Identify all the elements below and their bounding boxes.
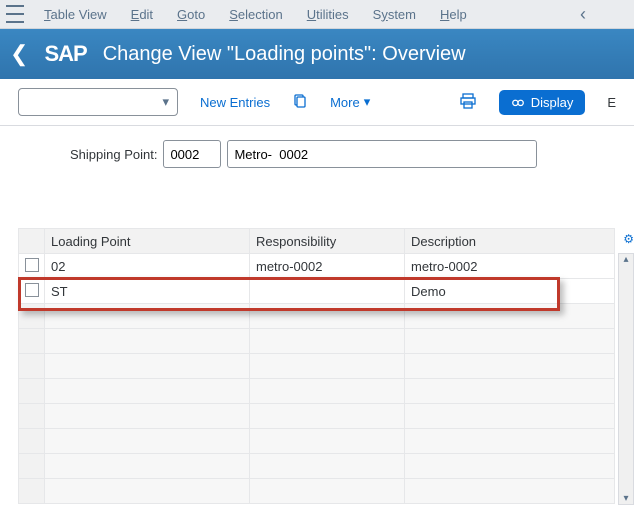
- content-area: Shipping Point: ⚙ Loading Point Responsi…: [0, 126, 634, 504]
- more-label: More: [330, 95, 360, 110]
- cell-description[interactable]: Demo: [405, 279, 615, 304]
- display-label: Display: [531, 95, 574, 110]
- table-settings-icon[interactable]: ⚙: [623, 232, 634, 246]
- table-row[interactable]: ST Demo: [19, 279, 615, 304]
- table-row[interactable]: 02 metro-0002 metro-0002: [19, 254, 615, 279]
- menu-icon[interactable]: [6, 3, 24, 25]
- table-row-empty: [19, 379, 615, 404]
- cell-description[interactable]: metro-0002: [405, 254, 615, 279]
- col-description[interactable]: Description: [405, 229, 615, 254]
- copy-icon[interactable]: [292, 93, 308, 112]
- table-row-empty: [19, 479, 615, 504]
- scroll-up-icon[interactable]: ▴: [623, 254, 628, 265]
- table-row-empty: [19, 429, 615, 454]
- row-checkbox[interactable]: [19, 279, 45, 304]
- chevron-down-icon: ▾: [364, 94, 371, 110]
- history-back-icon[interactable]: [580, 4, 586, 25]
- table-row-empty: [19, 329, 615, 354]
- new-entries-button[interactable]: New Entries: [200, 95, 270, 110]
- cell-responsibility[interactable]: metro-0002: [250, 254, 405, 279]
- menu-table-view[interactable]: Table View: [34, 7, 117, 22]
- table-row-empty: [19, 304, 615, 329]
- sap-logo: SAP: [44, 41, 86, 67]
- menu-utilities[interactable]: Utilities: [297, 7, 359, 22]
- shipping-point-label: Shipping Point:: [70, 147, 157, 162]
- cell-responsibility[interactable]: [250, 279, 405, 304]
- cell-loading-point[interactable]: 02: [45, 254, 250, 279]
- loading-points-table: Loading Point Responsibility Description…: [18, 228, 615, 504]
- chevron-down-icon: ▾: [162, 94, 169, 110]
- more-dropdown[interactable]: More ▾: [330, 94, 370, 110]
- cell-loading-point[interactable]: ST: [45, 279, 250, 304]
- table-container: ⚙ Loading Point Responsibility Descripti…: [18, 228, 616, 504]
- overflow-letter: E: [607, 95, 616, 110]
- table-scrollbar[interactable]: ▴ ▾: [618, 253, 634, 505]
- scroll-down-icon[interactable]: ▾: [623, 493, 628, 504]
- glasses-icon: [511, 95, 525, 109]
- menu-system[interactable]: System: [363, 7, 426, 22]
- table-header-row: Loading Point Responsibility Description: [19, 229, 615, 254]
- col-select: [19, 229, 45, 254]
- toolbar: ▾ New Entries More ▾ Display E: [0, 79, 634, 126]
- table-row-empty: [19, 404, 615, 429]
- row-checkbox[interactable]: [19, 254, 45, 279]
- print-icon[interactable]: [459, 92, 477, 113]
- col-loading-point[interactable]: Loading Point: [45, 229, 250, 254]
- menubar: Table View Edit Goto Selection Utilities…: [0, 0, 634, 29]
- shipping-point-code-input[interactable]: [163, 140, 221, 168]
- table-row-empty: [19, 354, 615, 379]
- view-select[interactable]: ▾: [18, 88, 178, 116]
- menu-selection[interactable]: Selection: [219, 7, 292, 22]
- menu-help[interactable]: Help: [430, 7, 477, 22]
- display-button[interactable]: Display: [499, 90, 586, 115]
- menu-goto[interactable]: Goto: [167, 7, 215, 22]
- page-title: Change View "Loading points": Overview: [103, 43, 466, 66]
- menu-edit[interactable]: Edit: [121, 7, 163, 22]
- col-responsibility[interactable]: Responsibility: [250, 229, 405, 254]
- shipping-point-row: Shipping Point:: [18, 140, 616, 168]
- titlebar: ❮ SAP Change View "Loading points": Over…: [0, 29, 634, 79]
- back-icon[interactable]: ❮: [10, 41, 28, 67]
- table-row-empty: [19, 454, 615, 479]
- shipping-point-desc-input[interactable]: [227, 140, 537, 168]
